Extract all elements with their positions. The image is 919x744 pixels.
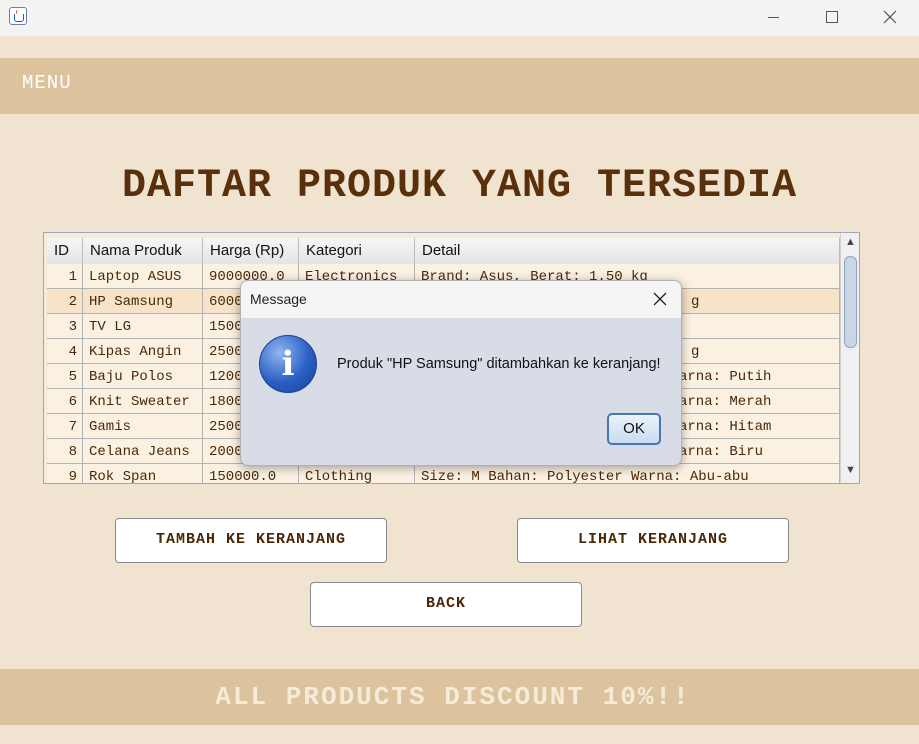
dialog-close-button[interactable]	[645, 285, 675, 313]
scroll-thumb[interactable]	[844, 256, 857, 348]
view-cart-button[interactable]: LIHAT KERANJANG	[517, 518, 789, 563]
maximize-icon	[826, 11, 838, 23]
minimize-button[interactable]	[744, 0, 802, 36]
scroll-up-arrow-icon[interactable]: ▲	[845, 236, 856, 248]
add-to-cart-button[interactable]: TAMBAH KE KERANJANG	[115, 518, 387, 563]
back-button[interactable]: BACK	[310, 582, 582, 627]
column-header-detail[interactable]: Detail	[415, 238, 840, 264]
menu-bar	[0, 58, 919, 114]
title-bar	[0, 0, 919, 36]
dialog-title-bar: Message	[241, 281, 681, 318]
table-scrollbar[interactable]: ▲ ▼	[840, 233, 859, 483]
message-dialog: Message i Produk "HP Samsung" ditambahka…	[240, 280, 682, 466]
java-cup-icon	[9, 7, 27, 25]
menu-label[interactable]: MENU	[22, 72, 72, 94]
column-header-price[interactable]: Harga (Rp)	[203, 238, 299, 264]
close-icon	[883, 10, 897, 24]
dialog-title: Message	[250, 291, 307, 307]
column-header-category[interactable]: Kategori	[299, 238, 415, 264]
table-row[interactable]: 9 Rok Span 150000.0 Clothing Size: M Bah…	[47, 464, 840, 483]
scroll-down-arrow-icon[interactable]: ▼	[845, 464, 856, 476]
ok-button[interactable]: OK	[607, 413, 661, 445]
maximize-button[interactable]	[802, 0, 860, 36]
app-window: MENU DAFTAR PRODUK YANG TERSEDIA ID Nama…	[0, 0, 919, 744]
info-icon: i	[259, 335, 317, 393]
column-header-id[interactable]: ID	[47, 238, 83, 264]
footer-promo-text: ALL PRODUCTS DISCOUNT 10%!!	[215, 682, 691, 712]
column-header-name[interactable]: Nama Produk	[83, 238, 203, 264]
close-icon	[653, 292, 667, 306]
close-window-button[interactable]	[861, 0, 919, 36]
dialog-message: Produk "HP Samsung" ditambahkan ke keran…	[337, 356, 661, 372]
table-header: ID Nama Produk Harga (Rp) Kategori Detai…	[47, 238, 840, 265]
page-title: DAFTAR PRODUK YANG TERSEDIA	[121, 164, 798, 209]
minimize-icon	[768, 17, 779, 18]
